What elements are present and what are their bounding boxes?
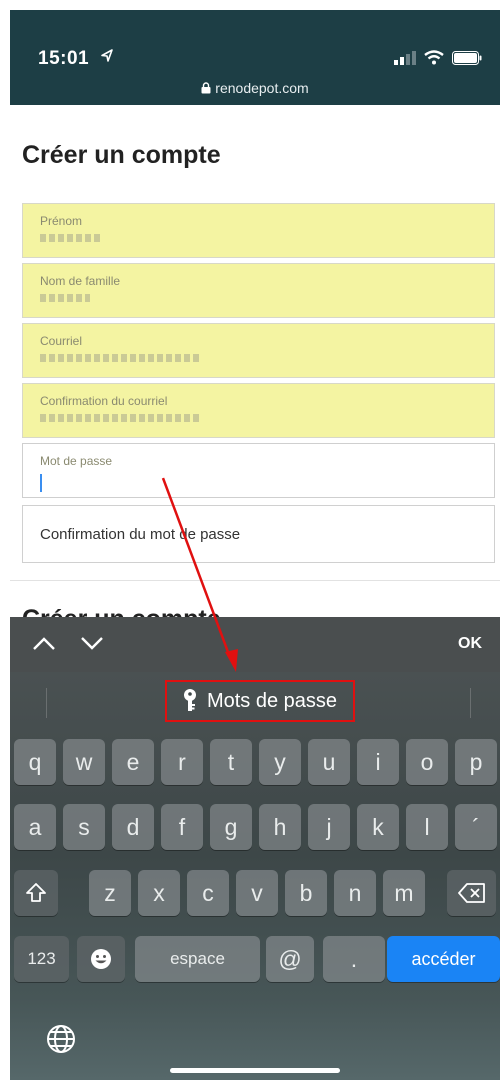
key-w[interactable]: w bbox=[63, 739, 105, 785]
key-p[interactable]: p bbox=[455, 739, 497, 785]
numbers-key[interactable]: 123 bbox=[14, 936, 69, 982]
email-field[interactable]: Courriel bbox=[22, 323, 495, 378]
key-m[interactable]: m bbox=[383, 870, 425, 916]
dot-key[interactable]: . bbox=[323, 936, 385, 982]
key-s[interactable]: s bbox=[63, 804, 105, 850]
key-g[interactable]: g bbox=[210, 804, 252, 850]
key-y[interactable]: y bbox=[259, 739, 301, 785]
key-h[interactable]: h bbox=[259, 804, 301, 850]
key-i[interactable]: i bbox=[357, 739, 399, 785]
key-t[interactable]: t bbox=[210, 739, 252, 785]
space-key[interactable]: espace bbox=[135, 936, 260, 982]
suggestion-bar: Mots de passe bbox=[10, 672, 500, 730]
key-n[interactable]: n bbox=[334, 870, 376, 916]
status-bar: 15:01 renodepot.com bbox=[10, 10, 500, 105]
divider bbox=[470, 688, 471, 718]
shift-key[interactable] bbox=[14, 870, 58, 916]
passwords-suggestion-button[interactable]: Mots de passe bbox=[165, 680, 355, 722]
email-confirm-field[interactable]: Confirmation du courriel bbox=[22, 383, 495, 438]
field-value bbox=[40, 294, 90, 302]
key-u[interactable]: u bbox=[308, 739, 350, 785]
divider bbox=[10, 580, 500, 581]
key-e[interactable]: e bbox=[112, 739, 154, 785]
field-value bbox=[40, 354, 200, 362]
battery-icon bbox=[452, 50, 482, 65]
field-label: Confirmation du courriel bbox=[40, 394, 168, 408]
key-a[interactable]: a bbox=[14, 804, 56, 850]
key-l[interactable]: l bbox=[406, 804, 448, 850]
delete-key[interactable] bbox=[447, 870, 496, 916]
location-arrow-icon bbox=[101, 49, 113, 62]
wifi-icon bbox=[424, 50, 444, 65]
keyboard: Mots de passe qwertyuiop a s d f g h j k l ´ zxcv… bbox=[10, 672, 500, 1080]
password-confirm-field[interactable]: Confirmation du mot de passe bbox=[22, 505, 495, 563]
lock-icon bbox=[201, 82, 211, 94]
key-k[interactable]: k bbox=[357, 804, 399, 850]
key-x[interactable]: x bbox=[138, 870, 180, 916]
first-name-field[interactable]: Prénom bbox=[22, 203, 495, 258]
key-o[interactable]: o bbox=[406, 739, 448, 785]
clock: 15:01 bbox=[38, 48, 90, 69]
key-icon bbox=[183, 689, 196, 711]
password-field[interactable]: Mot de passe bbox=[22, 443, 495, 498]
globe-icon[interactable] bbox=[46, 1024, 76, 1054]
field-label: Nom de famille bbox=[40, 274, 121, 288]
field-label: Courriel bbox=[40, 334, 83, 348]
at-key[interactable]: @ bbox=[266, 936, 314, 982]
suggestion-label: Mots de passe bbox=[206, 689, 338, 712]
section-title: Créer un compte bbox=[22, 605, 221, 617]
divider bbox=[46, 688, 47, 718]
key-c[interactable]: c bbox=[187, 870, 229, 916]
status-icons bbox=[394, 50, 482, 65]
key-q[interactable]: q bbox=[14, 739, 56, 785]
key-j[interactable]: j bbox=[308, 804, 350, 850]
url-text: renodepot.com bbox=[215, 80, 309, 96]
key-v[interactable]: v bbox=[236, 870, 278, 916]
field-label: Confirmation du mot de passe bbox=[40, 526, 241, 543]
web-page: Créer un compte Prénom Nom de famille Co… bbox=[10, 105, 500, 617]
key-acute-accent[interactable]: ´ bbox=[455, 804, 497, 850]
go-key[interactable]: accéder bbox=[387, 936, 500, 982]
delete-icon bbox=[457, 883, 485, 903]
key-d[interactable]: d bbox=[112, 804, 154, 850]
key-b[interactable]: b bbox=[285, 870, 327, 916]
key-r[interactable]: r bbox=[161, 739, 203, 785]
last-name-field[interactable]: Nom de famille bbox=[22, 263, 495, 318]
page-title: Créer un compte bbox=[22, 141, 221, 169]
key-z[interactable]: z bbox=[89, 870, 131, 916]
field-value bbox=[40, 414, 200, 422]
signal-icon bbox=[394, 50, 416, 65]
shift-icon bbox=[26, 883, 46, 902]
chevron-down-icon[interactable] bbox=[80, 635, 104, 651]
url-bar[interactable]: renodepot.com bbox=[10, 80, 500, 96]
emoji-key[interactable] bbox=[77, 936, 125, 982]
field-value bbox=[40, 234, 100, 242]
home-indicator bbox=[170, 1068, 340, 1073]
key-f[interactable]: f bbox=[161, 804, 203, 850]
field-label: Mot de passe bbox=[40, 454, 113, 468]
screen-border bbox=[0, 0, 500, 10]
chevron-up-icon[interactable] bbox=[32, 635, 56, 651]
emoji-icon bbox=[91, 949, 111, 969]
ok-button[interactable]: OK bbox=[458, 635, 482, 653]
keyboard-accessory-bar: OK bbox=[10, 617, 500, 672]
text-cursor bbox=[40, 474, 42, 492]
field-label: Prénom bbox=[40, 214, 83, 228]
